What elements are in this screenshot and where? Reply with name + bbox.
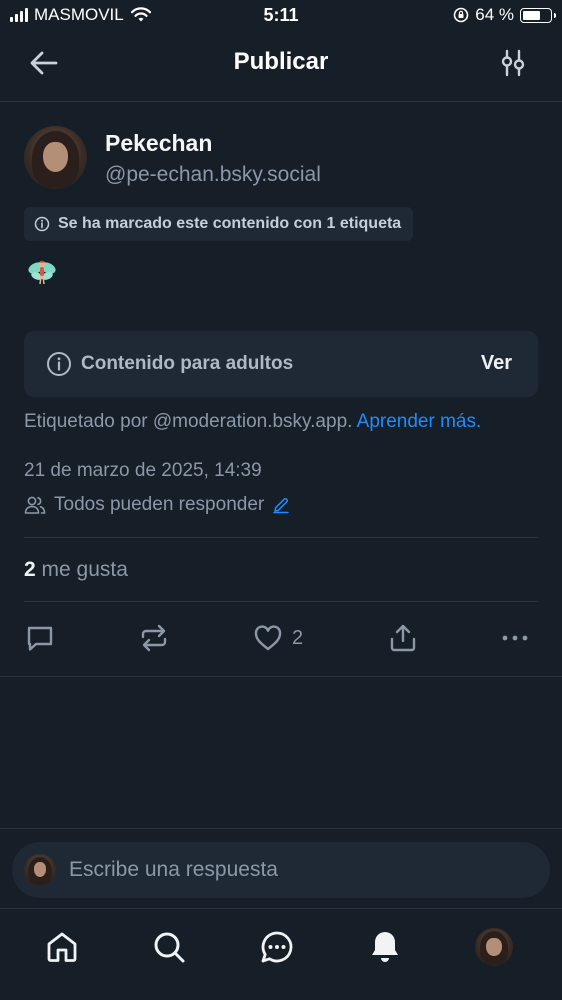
my-avatar <box>24 854 56 886</box>
likes-count: 2 <box>24 558 36 581</box>
comment-icon <box>27 626 53 651</box>
tab-search[interactable] <box>149 927 189 967</box>
more-options-button[interactable] <box>499 618 531 658</box>
info-circle-icon <box>47 352 71 376</box>
profile-avatar <box>475 928 513 966</box>
content-warning-text: Contenido para adultos <box>81 353 294 374</box>
home-icon <box>47 932 77 962</box>
status-bar: MASMOVIL 5:11 64 % <box>0 0 562 32</box>
share-icon <box>390 624 416 652</box>
label-notice-chip[interactable]: Se ha marcado este contenido con 1 etiqu… <box>24 207 414 241</box>
like-button[interactable]: 2 <box>252 618 303 658</box>
post-date: 21 de marzo de 2025, 14:39 <box>24 460 262 481</box>
people-icon <box>24 496 46 514</box>
author-name[interactable]: Pekechan <box>105 130 212 157</box>
content-warning-box[interactable]: Contenido para adultos Ver <box>24 331 538 397</box>
post-actions: 2 <box>0 618 562 658</box>
reply-permission-text: Todos pueden responder <box>54 494 265 515</box>
tab-profile[interactable] <box>474 927 514 967</box>
bottom-tab-bar <box>0 908 562 1000</box>
repost-icon <box>141 624 167 652</box>
chat-icon <box>261 931 293 963</box>
show-content-button[interactable]: Ver <box>481 352 512 375</box>
reply-input[interactable]: Escribe una respuesta <box>12 842 550 898</box>
battery-percent: 64 % <box>475 5 514 24</box>
fairy-emoji <box>28 260 56 285</box>
like-count: 2 <box>292 626 304 649</box>
post-bottom-divider <box>0 676 562 677</box>
label-notice-text: Se ha marcado este contenido con 1 etiqu… <box>58 215 402 232</box>
info-icon <box>34 216 50 232</box>
status-right: 64 % <box>453 5 556 25</box>
reply-settings[interactable]: Todos pueden responder <box>24 494 290 516</box>
likes-label: me gusta <box>41 558 128 581</box>
header: Publicar <box>0 32 562 102</box>
reply-button[interactable] <box>24 618 56 658</box>
orientation-lock-icon <box>453 7 469 23</box>
page-title: Publicar <box>233 48 329 75</box>
divider <box>24 601 538 602</box>
more-horizontal-icon <box>502 635 528 641</box>
sliders-icon[interactable] <box>498 48 528 78</box>
author-handle[interactable]: @pe-echan.bsky.social <box>105 163 321 187</box>
pencil-icon[interactable] <box>272 496 290 514</box>
divider <box>24 537 538 538</box>
tagged-by-line: Etiquetado por @moderation.bsky.app. Apr… <box>24 411 481 433</box>
reply-composer-bar: Escribe una respuesta <box>0 828 562 908</box>
reply-placeholder: Escribe una respuesta <box>69 858 278 881</box>
bell-icon <box>372 932 398 962</box>
author-avatar[interactable] <box>24 126 87 189</box>
tagged-by-text: Etiquetado por @moderation.bsky.app. <box>24 411 353 432</box>
share-button[interactable] <box>387 618 419 658</box>
learn-more-link[interactable]: Aprender más. <box>357 411 482 432</box>
tab-chat[interactable] <box>257 927 297 967</box>
battery-icon <box>520 7 556 23</box>
search-icon <box>154 932 185 963</box>
tab-notifications[interactable] <box>365 927 405 967</box>
likes-summary[interactable]: 2 me gusta <box>24 558 128 582</box>
tab-home[interactable] <box>42 927 82 967</box>
repost-button[interactable] <box>138 618 170 658</box>
heart-icon <box>254 625 282 651</box>
